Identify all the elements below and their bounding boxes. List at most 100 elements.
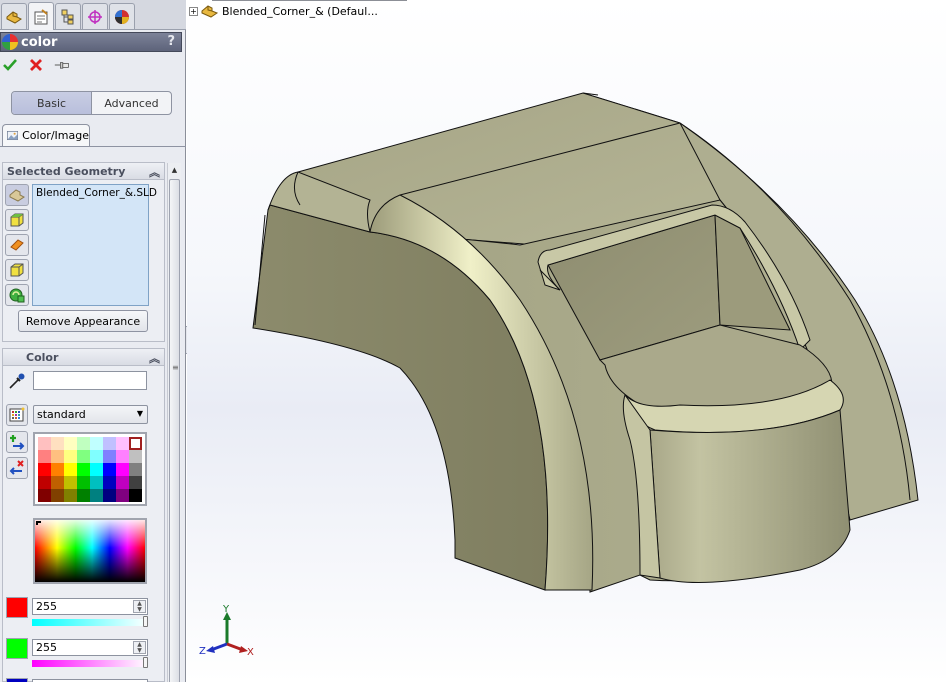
color-swatch[interactable] — [129, 450, 142, 463]
filter-parts-button[interactable] — [5, 184, 29, 206]
color-swatch[interactable] — [51, 450, 64, 463]
color-swatch[interactable] — [116, 489, 129, 502]
palette-dropdown[interactable]: standard ▼ — [33, 405, 148, 424]
filter-features-button[interactable] — [5, 259, 29, 281]
color-swatch[interactable] — [90, 463, 103, 476]
cancel-button[interactable] — [28, 57, 44, 73]
color-swatch[interactable] — [64, 489, 77, 502]
model-boss-cylinder[interactable] — [649, 409, 851, 583]
color-swatch[interactable] — [116, 450, 129, 463]
collapse-chevron-icon[interactable]: ︽ — [149, 350, 160, 366]
color-swatch[interactable] — [116, 437, 129, 450]
color-swatch[interactable] — [77, 476, 90, 489]
add-swatch-button[interactable] — [6, 431, 28, 453]
color-swatch[interactable] — [129, 463, 142, 476]
color-swatch[interactable] — [129, 437, 142, 450]
color-swatch[interactable] — [51, 463, 64, 476]
color-swatch[interactable] — [129, 489, 142, 502]
x-icon — [30, 59, 42, 71]
keep-visible-button[interactable] — [54, 57, 70, 73]
tab-color-image[interactable]: Color/Image — [2, 124, 90, 146]
color-swatch[interactable] — [129, 476, 142, 489]
color-swatch[interactable] — [103, 437, 116, 450]
color-swatch[interactable] — [103, 476, 116, 489]
filter-bodies-button[interactable] — [5, 209, 29, 231]
green-channel-swatch — [6, 638, 28, 659]
collapse-chevron-icon[interactable]: ︽ — [149, 164, 160, 180]
color-swatch[interactable] — [64, 450, 77, 463]
x-axis-label: X — [247, 647, 254, 658]
remove-appearance-button[interactable]: Remove Appearance — [18, 310, 148, 332]
basic-mode-button[interactable]: Basic — [12, 92, 92, 114]
color-swatch[interactable] — [38, 489, 51, 502]
checkmark-icon — [3, 59, 17, 71]
tab-configuration-manager[interactable] — [55, 3, 81, 29]
color-swatch[interactable] — [103, 463, 116, 476]
scroll-up-arrow-icon[interactable]: ▲ — [168, 163, 181, 177]
green-channel-slider[interactable] — [32, 657, 148, 668]
remove-swatch-button[interactable] — [6, 457, 28, 479]
tab-dimxpert-manager[interactable] — [82, 3, 108, 29]
selected-geometry-header[interactable]: Selected Geometry ︽ — [2, 162, 165, 180]
select-parts-button[interactable] — [5, 284, 29, 306]
part-filter-icon — [9, 189, 25, 202]
slider-thumb[interactable] — [143, 616, 148, 627]
color-swatch[interactable] — [51, 489, 64, 502]
z-axis-label: Z — [199, 646, 206, 657]
red-spinner[interactable]: ▲ ▼ — [133, 600, 146, 613]
red-channel-slider[interactable] — [32, 616, 148, 627]
color-swatch[interactable] — [51, 476, 64, 489]
image-icon — [7, 130, 19, 141]
scrollbar-thumb[interactable]: ≡ — [169, 179, 180, 682]
color-swatch[interactable] — [77, 489, 90, 502]
graphics-viewport[interactable]: + Blended_Corner_& (Defaul... Y Z X — [187, 0, 946, 682]
remove-swatch-icon — [9, 460, 24, 475]
list-item[interactable]: Blended_Corner_&.SLD — [36, 187, 157, 199]
color-swatch[interactable] — [77, 450, 90, 463]
eyedropper-button[interactable] — [8, 372, 26, 393]
color-swatch[interactable] — [38, 463, 51, 476]
color-swatch[interactable] — [116, 463, 129, 476]
color-swatch[interactable] — [77, 437, 90, 450]
filter-faces-button[interactable] — [5, 234, 29, 256]
palette-manager-button[interactable] — [6, 404, 28, 426]
color-group-header[interactable]: Color ︽ — [2, 348, 165, 366]
color-swatch[interactable] — [64, 476, 77, 489]
help-button[interactable]: ? — [167, 34, 175, 49]
color-swatch[interactable] — [38, 437, 51, 450]
tab-feature-manager[interactable] — [1, 3, 27, 29]
green-channel-value: 255 — [36, 641, 57, 654]
color-swatch[interactable] — [38, 450, 51, 463]
panel-scrollbar[interactable]: ▲ ≡ — [167, 163, 181, 682]
part-icon — [6, 10, 22, 24]
mode-toggle: Basic Advanced — [11, 91, 172, 115]
property-manager-title-bar: color ? — [0, 32, 182, 52]
tab-display-manager[interactable] — [109, 3, 135, 29]
green-spinner[interactable]: ▲ ▼ — [133, 641, 146, 654]
color-swatch[interactable] — [51, 437, 64, 450]
ok-button[interactable] — [2, 57, 18, 73]
color-swatch[interactable] — [90, 437, 103, 450]
red-channel-input[interactable]: 255 ▲ ▼ — [32, 598, 148, 615]
color-swatch[interactable] — [103, 450, 116, 463]
green-channel-input[interactable]: 255 ▲ ▼ — [32, 639, 148, 656]
3d-model-blended-corner[interactable] — [187, 0, 946, 682]
grip-icon: ≡ — [172, 363, 179, 372]
color-swatch[interactable] — [116, 476, 129, 489]
advanced-mode-button[interactable]: Advanced — [92, 92, 171, 114]
color-value-input[interactable] — [33, 371, 147, 390]
slider-thumb[interactable] — [143, 657, 148, 668]
color-swatch[interactable] — [90, 450, 103, 463]
spectrum-cursor[interactable] — [36, 521, 41, 525]
color-swatch[interactable] — [64, 463, 77, 476]
color-swatch[interactable] — [64, 437, 77, 450]
color-swatch[interactable] — [77, 463, 90, 476]
color-swatch[interactable] — [38, 476, 51, 489]
color-spectrum-picker[interactable] — [33, 518, 147, 584]
selected-geometry-list[interactable]: Blended_Corner_&.SLD — [32, 184, 157, 306]
color-swatch[interactable] — [90, 489, 103, 502]
color-swatch[interactable] — [90, 476, 103, 489]
color-swatch[interactable] — [103, 489, 116, 502]
tab-property-manager[interactable] — [28, 2, 54, 30]
solidworks-window: color ? Basic Advanced Color/Image Selec — [0, 0, 946, 682]
